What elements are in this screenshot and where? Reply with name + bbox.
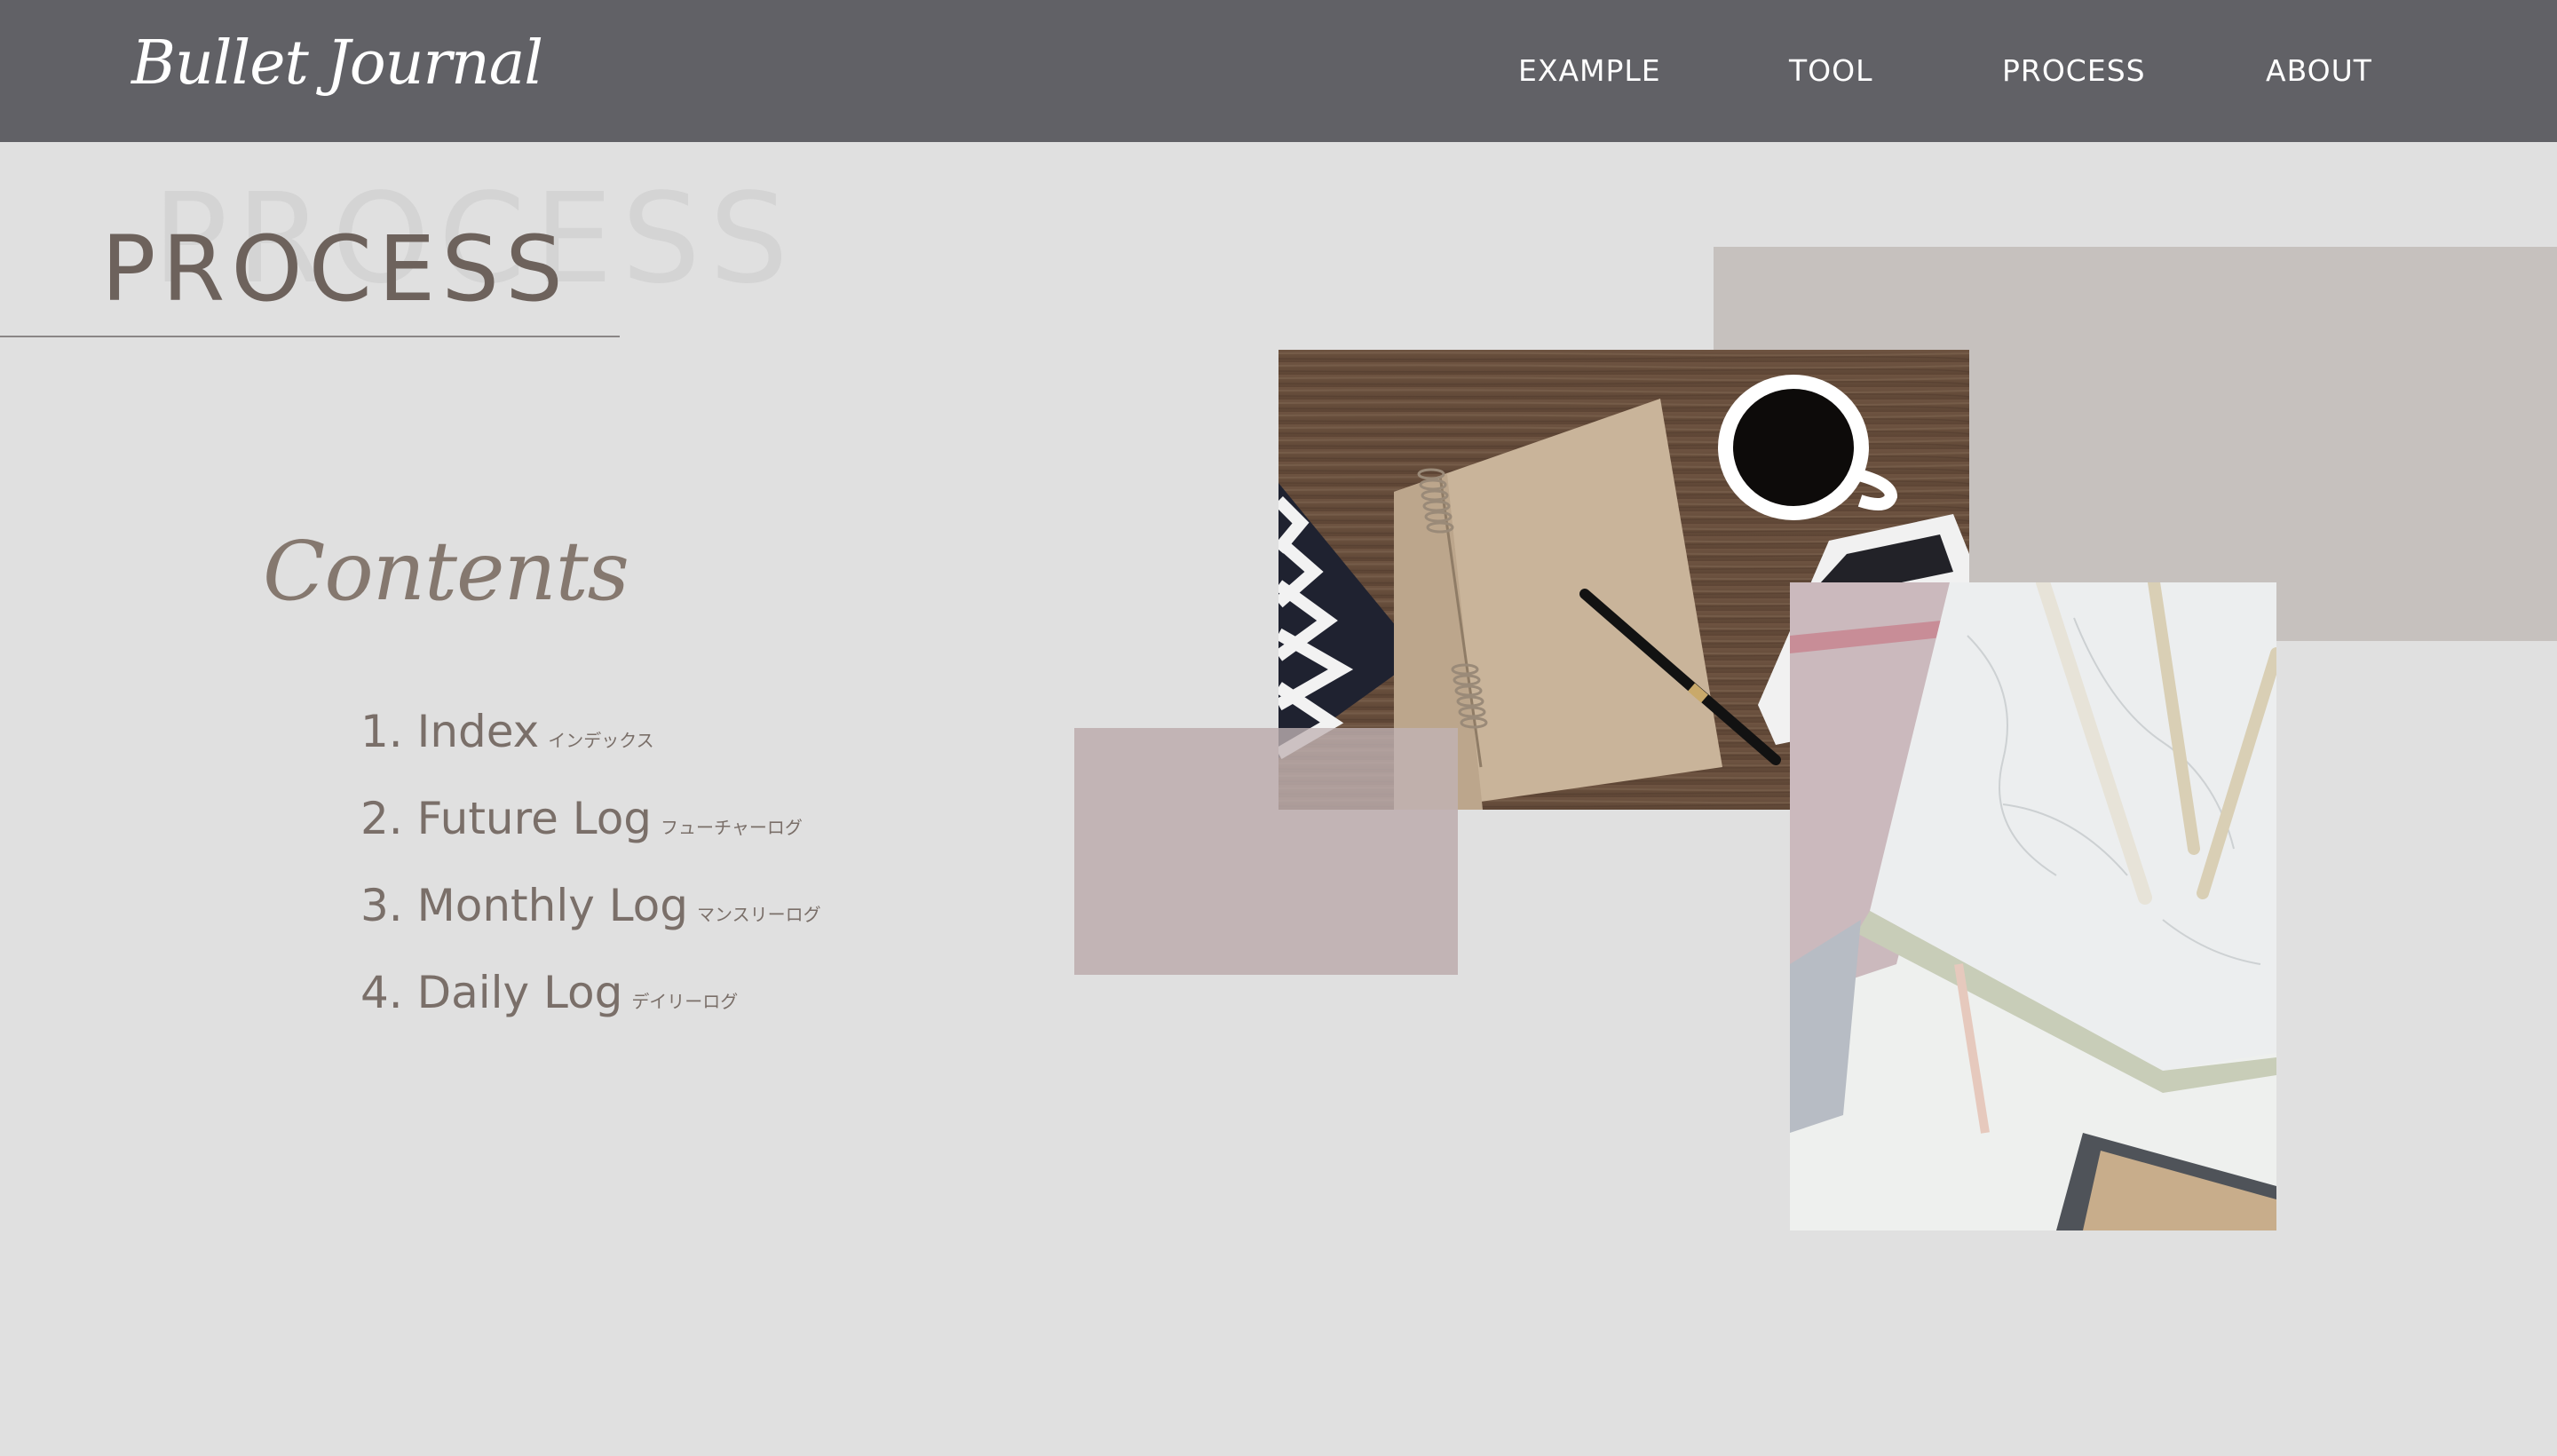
rose-overlay bbox=[1278, 728, 1458, 810]
toc-item-label: 3. Monthly Log bbox=[360, 880, 688, 931]
toc-item-label: 1. Index bbox=[360, 706, 540, 757]
toc-item-daily-log[interactable]: 4. Daily Log デイリーログ bbox=[360, 967, 738, 1018]
toc-item-future-log[interactable]: 2. Future Log フューチャーログ bbox=[360, 793, 803, 844]
page: Bullet Journal EXAMPLE TOOL PROCESS ABOU… bbox=[0, 0, 2557, 1456]
toc-item-sublabel: マンスリーログ bbox=[697, 904, 821, 925]
nav-example[interactable]: EXAMPLE bbox=[1518, 53, 1661, 88]
marble-notebook-photo bbox=[1790, 582, 2276, 1230]
page-title: PROCESS bbox=[101, 217, 569, 322]
nav-tool[interactable]: TOOL bbox=[1789, 53, 1873, 88]
nav-about[interactable]: ABOUT bbox=[2266, 53, 2372, 88]
toc-item-monthly-log[interactable]: 3. Monthly Log マンスリーログ bbox=[360, 880, 821, 931]
toc-item-sublabel: デイリーログ bbox=[631, 991, 739, 1012]
toc-item-sublabel: フューチャーログ bbox=[661, 817, 803, 838]
header-bar: Bullet Journal EXAMPLE TOOL PROCESS ABOU… bbox=[0, 0, 2557, 142]
site-logo[interactable]: Bullet Journal bbox=[131, 28, 543, 99]
toc-item-label: 2. Future Log bbox=[360, 793, 653, 844]
toc-item-index[interactable]: 1. Index インデックス bbox=[360, 706, 654, 757]
contents-heading: Contents bbox=[263, 524, 629, 619]
nav-process[interactable]: PROCESS bbox=[2002, 53, 2146, 88]
title-divider bbox=[0, 336, 620, 337]
toc-item-sublabel: インデックス bbox=[548, 730, 654, 751]
toc-item-label: 4. Daily Log bbox=[360, 967, 623, 1018]
